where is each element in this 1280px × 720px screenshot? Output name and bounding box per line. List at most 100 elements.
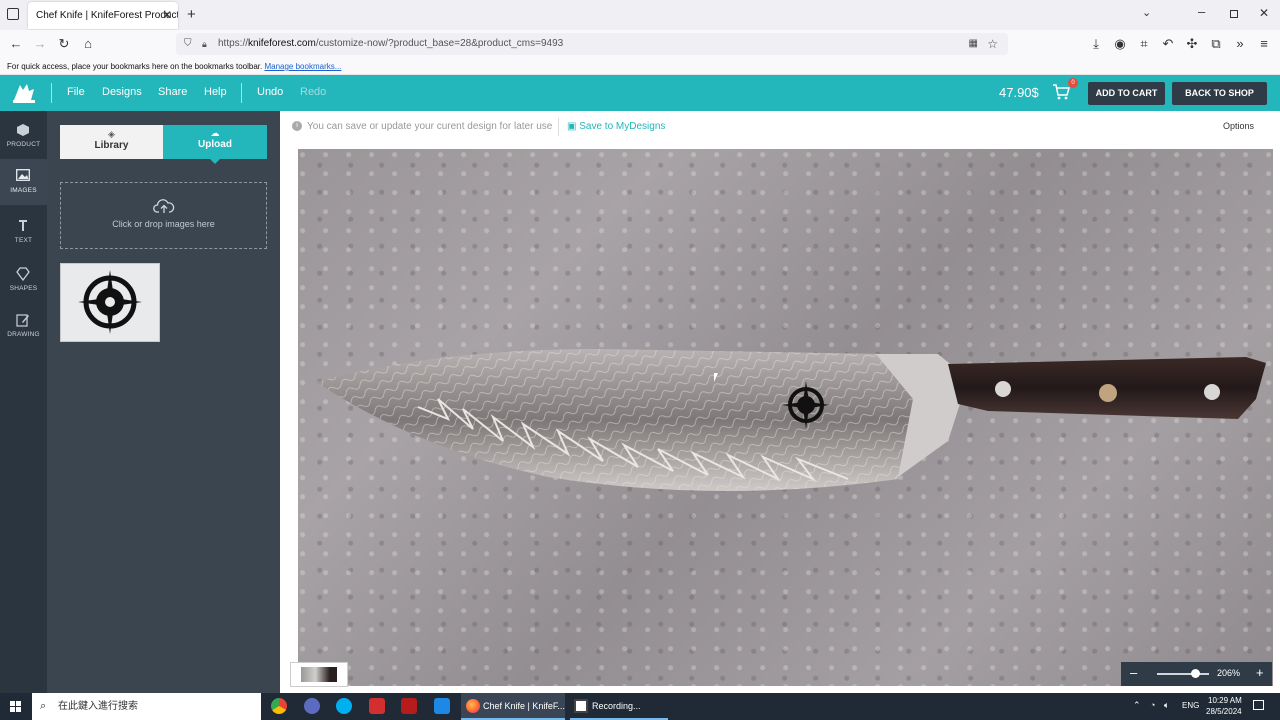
product-view-thumbnail[interactable]	[290, 662, 348, 687]
chrome-icon[interactable]	[271, 698, 287, 714]
upload-dropzone[interactable]: Click or drop images here	[60, 182, 267, 249]
app-logo[interactable]	[11, 81, 37, 105]
rail-item-images[interactable]: IMAGES	[0, 159, 47, 205]
info-divider	[558, 118, 559, 136]
options-button[interactable]: Options	[1223, 121, 1254, 131]
downloads-icon[interactable]: ⤓	[1088, 36, 1104, 52]
chef-knife-image[interactable]	[298, 149, 1273, 686]
chevron-up-icon[interactable]: ⌃	[1133, 700, 1141, 711]
app-header: File Designs Share Help Undo Redo 47.90$…	[0, 75, 1280, 111]
crop-icon[interactable]: ⌗	[1136, 36, 1152, 52]
image-icon	[16, 169, 30, 181]
bookmarks-hint: For quick access, place your bookmarks h…	[7, 62, 263, 71]
new-tab-icon[interactable]: +	[187, 6, 196, 23]
puzzle-icon[interactable]: ⧉	[1208, 36, 1224, 52]
language-indicator[interactable]: ENG	[1182, 701, 1199, 710]
tab-title: Chef Knife | KnifeForest Products D	[36, 10, 178, 21]
menu-help[interactable]: Help	[204, 86, 227, 98]
zoom-in-button[interactable]: +	[1256, 665, 1264, 680]
tab-library[interactable]: ◈ Library	[60, 125, 163, 159]
menu-share[interactable]: Share	[158, 86, 187, 98]
uploaded-image-thumbnail[interactable]	[60, 263, 160, 342]
browser-navbar: ← → ↻ ⌂ ⛉ 🔒︎ https://knifeforest.com/cus…	[0, 30, 1280, 58]
mail-icon[interactable]	[434, 698, 450, 714]
volume-icon[interactable]: 🔈︎	[1164, 700, 1169, 711]
forward-arrow-icon[interactable]: →	[32, 36, 48, 52]
shield-icon[interactable]: ⛉	[184, 33, 192, 55]
reload-icon[interactable]: ↻	[56, 36, 72, 52]
tab-upload[interactable]: ☁ Upload	[163, 125, 267, 164]
acrobat-icon[interactable]	[369, 698, 385, 714]
knife-logo-icon	[13, 84, 35, 103]
zoom-control: – 206% +	[1121, 662, 1272, 686]
home-icon[interactable]: ⌂	[80, 36, 96, 52]
zoom-out-button[interactable]: –	[1130, 665, 1137, 680]
back-arrow-icon[interactable]: ←	[8, 36, 24, 52]
windows-taskbar: ⌕ 在此鍵入進行搜索 Chef Knife | KnifeF... Record…	[0, 693, 1280, 720]
extension-icon[interactable]: ✣	[1184, 36, 1200, 52]
dropzone-text: Click or drop images here	[112, 219, 215, 229]
redo-button[interactable]: Redo	[300, 86, 326, 98]
restore-window-icon[interactable]	[1230, 10, 1238, 18]
tab-list-icon[interactable]	[7, 8, 19, 20]
thumbnail-preview	[301, 667, 337, 682]
clock-date[interactable]: 28/5/2024	[1206, 707, 1242, 716]
minimize-window-icon[interactable]: –	[1198, 4, 1205, 19]
search-icon: ⌕	[40, 700, 47, 712]
windows-start-icon[interactable]	[10, 701, 21, 712]
cube-icon	[17, 124, 29, 136]
cart-count-badge: 0	[1068, 78, 1078, 88]
recorder-icon	[574, 699, 588, 713]
taskbar-search-input[interactable]: ⌕ 在此鍵入進行搜索	[32, 693, 261, 720]
undo-arrow-icon[interactable]: ↶	[1160, 36, 1176, 52]
header-divider	[241, 83, 242, 103]
diamond-icon	[16, 267, 30, 281]
header-divider	[51, 83, 52, 103]
rail-item-drawing[interactable]: DRAWING	[0, 303, 47, 349]
browser-app-icon[interactable]	[304, 698, 320, 714]
taskbar-firefox-app[interactable]: Chef Knife | KnifeF...	[461, 693, 565, 720]
hamburger-menu-icon[interactable]: ≡	[1256, 36, 1272, 52]
rail-item-product[interactable]: PRODUCT	[0, 113, 47, 159]
manage-bookmarks-link[interactable]: Manage bookmarks...	[264, 62, 341, 71]
rail-item-text[interactable]: TEXT	[0, 209, 47, 255]
close-tab-icon[interactable]: ✕	[162, 8, 172, 22]
account-icon[interactable]: ◉	[1112, 36, 1128, 52]
save-designs-link[interactable]: ▣ Save to MyDesigns	[567, 121, 665, 132]
browser-tab-active[interactable]: Chef Knife | KnifeForest Products D ✕	[28, 2, 178, 29]
close-window-icon[interactable]: ✕	[1259, 6, 1269, 20]
clock-time[interactable]: 10:29 AM	[1208, 696, 1242, 705]
skype-icon[interactable]	[336, 698, 352, 714]
bookmarks-toolbar: For quick access, place your bookmarks h…	[0, 58, 1280, 75]
add-to-cart-button[interactable]: ADD TO CART	[1088, 82, 1165, 105]
pencil-icon	[16, 314, 29, 327]
cart-button[interactable]: 0	[1052, 78, 1078, 103]
menu-file[interactable]: File	[67, 86, 85, 98]
chevron-down-icon[interactable]: ⌄	[1142, 6, 1151, 19]
rail-label: IMAGES	[10, 187, 37, 194]
rail-item-shapes[interactable]: SHAPES	[0, 257, 47, 303]
back-to-shop-button[interactable]: BACK TO SHOP	[1172, 82, 1267, 105]
qr-code-icon[interactable]: ▦	[969, 33, 978, 55]
zoom-slider-track[interactable]	[1157, 673, 1209, 675]
url-prefix: https://	[218, 38, 249, 49]
images-panel: ◈ Library ☁ Upload Click or drop images …	[47, 111, 280, 693]
text-icon	[19, 220, 27, 231]
autocad-icon[interactable]	[401, 698, 417, 714]
product-canvas[interactable]	[298, 149, 1273, 686]
rail-label: SHAPES	[9, 285, 38, 292]
overflow-chevrons-icon[interactable]: »	[1232, 36, 1248, 52]
notifications-icon[interactable]	[1253, 700, 1264, 710]
url-bar[interactable]: ⛉ 🔒︎ https://knifeforest.com/customize-n…	[176, 33, 1008, 55]
menu-designs[interactable]: Designs	[102, 86, 142, 98]
rail-label: TEXT	[14, 237, 33, 244]
save-disk-icon: ▣	[567, 121, 577, 132]
lock-icon[interactable]: 🔒︎	[202, 33, 207, 55]
bookmark-star-icon[interactable]: ☆	[987, 33, 998, 55]
undo-button[interactable]: Undo	[257, 86, 283, 98]
network-icon[interactable]: ◔	[1150, 700, 1155, 710]
zoom-level: 206%	[1217, 668, 1241, 678]
price-label: 47.90$	[999, 85, 1039, 100]
taskbar-recording-app[interactable]: Recording...	[570, 693, 668, 720]
zoom-slider-handle[interactable]	[1191, 669, 1200, 678]
